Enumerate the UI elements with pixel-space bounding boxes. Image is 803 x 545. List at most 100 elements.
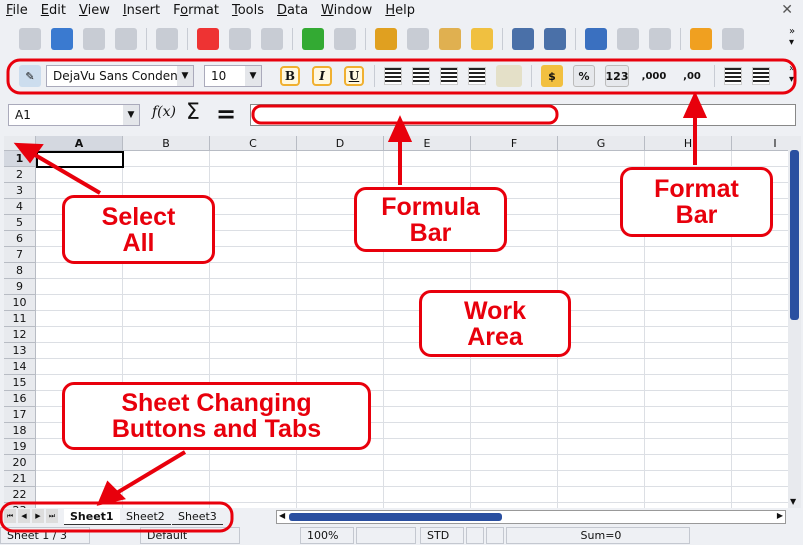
sort-descending-icon[interactable]	[649, 28, 671, 50]
tab-sheet1[interactable]: Sheet1	[64, 509, 120, 525]
undo-icon[interactable]	[512, 28, 534, 50]
number-format-button[interactable]: 123	[605, 65, 629, 87]
clone-format-icon[interactable]	[471, 28, 493, 50]
row-header-4[interactable]: 4	[4, 199, 36, 215]
sort-ascending-icon[interactable]	[617, 28, 639, 50]
bold-button[interactable]: B	[280, 66, 300, 86]
percent-format-button[interactable]: %	[573, 65, 595, 87]
row-header-18[interactable]: 18	[4, 423, 36, 439]
font-size-select[interactable]: 10 ▼	[204, 65, 262, 87]
vertical-scrollbar[interactable]: ▼	[788, 136, 801, 508]
column-header-B[interactable]: B	[123, 136, 210, 151]
export-pdf-icon[interactable]	[197, 28, 219, 50]
open-folder-icon[interactable]	[51, 28, 73, 50]
row-header-1[interactable]: 1	[4, 151, 36, 167]
menu-edit[interactable]: Edit	[41, 3, 66, 18]
align-center-button[interactable]	[412, 67, 430, 85]
add-decimal-button[interactable]: ,000	[639, 65, 669, 87]
column-header-E[interactable]: E	[384, 136, 471, 151]
styles-icon[interactable]: ✎	[19, 65, 41, 87]
column-header-I[interactable]: I	[732, 136, 788, 151]
row-header-11[interactable]: 11	[4, 311, 36, 327]
merge-cells-button[interactable]	[496, 65, 522, 87]
delete-decimal-button[interactable]: ,00	[679, 65, 705, 87]
page-preview-icon[interactable]	[261, 28, 283, 50]
column-header-G[interactable]: G	[558, 136, 645, 151]
row-header-6[interactable]: 6	[4, 231, 36, 247]
tab-sheet2[interactable]: Sheet2	[120, 509, 171, 525]
menu-window[interactable]: Window	[321, 3, 372, 18]
scroll-left-icon[interactable]: ◀	[279, 511, 285, 520]
menu-file[interactable]: File	[6, 3, 28, 18]
new-spreadsheet-icon[interactable]	[19, 28, 41, 50]
row-header-14[interactable]: 14	[4, 359, 36, 375]
menu-view[interactable]: View	[79, 3, 110, 18]
increase-indent-button[interactable]	[752, 67, 770, 85]
first-sheet-icon[interactable]: ⏮	[4, 509, 16, 523]
close-document-icon[interactable]: ✕	[781, 2, 793, 18]
row-header-13[interactable]: 13	[4, 343, 36, 359]
vertical-scroll-thumb[interactable]	[790, 150, 799, 320]
chart-icon[interactable]	[690, 28, 712, 50]
row-header-9[interactable]: 9	[4, 279, 36, 295]
column-header-C[interactable]: C	[210, 136, 297, 151]
menu-format[interactable]: Format	[173, 3, 219, 18]
menu-help[interactable]: Help	[385, 3, 415, 18]
horizontal-scrollbar[interactable]: ◀ ▶	[276, 510, 786, 524]
next-sheet-icon[interactable]: ▶	[32, 509, 44, 523]
scroll-right-icon[interactable]: ▶	[777, 511, 783, 520]
row-header-3[interactable]: 3	[4, 183, 36, 199]
toolbar-overflow-icon[interactable]: » ▾	[789, 26, 795, 48]
save-icon[interactable]	[83, 28, 105, 50]
column-header-H[interactable]: H	[645, 136, 732, 151]
row-header-19[interactable]: 19	[4, 439, 36, 455]
column-header-D[interactable]: D	[297, 136, 384, 151]
draw-functions-icon[interactable]	[722, 28, 744, 50]
row-header-17[interactable]: 17	[4, 407, 36, 423]
row-header-20[interactable]: 20	[4, 455, 36, 471]
row-header-10[interactable]: 10	[4, 295, 36, 311]
autospell-icon[interactable]	[334, 28, 356, 50]
email-icon[interactable]	[115, 28, 137, 50]
redo-icon[interactable]	[544, 28, 566, 50]
zoom-level[interactable]: 100%	[300, 527, 354, 544]
spellcheck-icon[interactable]	[302, 28, 324, 50]
function-equals-icon[interactable]: =	[216, 100, 236, 128]
row-header-7[interactable]: 7	[4, 247, 36, 263]
column-header-F[interactable]: F	[471, 136, 558, 151]
horizontal-scroll-thumb[interactable]	[289, 513, 502, 521]
row-header-16[interactable]: 16	[4, 391, 36, 407]
row-header-23[interactable]: 23	[4, 503, 36, 508]
underline-button[interactable]: U	[344, 66, 364, 86]
row-header-22[interactable]: 22	[4, 487, 36, 503]
copy-icon[interactable]	[407, 28, 429, 50]
navigator-icon[interactable]	[585, 28, 607, 50]
selection-mode[interactable]: STD	[420, 527, 464, 544]
justify-button[interactable]	[468, 67, 486, 85]
align-right-button[interactable]	[440, 67, 458, 85]
row-header-8[interactable]: 8	[4, 263, 36, 279]
font-name-select[interactable]: DejaVu Sans Condensed▼	[46, 65, 194, 87]
prev-sheet-icon[interactable]: ◀	[18, 509, 30, 523]
row-header-15[interactable]: 15	[4, 375, 36, 391]
sum-icon[interactable]: Σ	[186, 100, 200, 125]
scroll-down-icon[interactable]: ▼	[790, 497, 796, 506]
edit-file-icon[interactable]	[156, 28, 178, 50]
italic-button[interactable]: I	[312, 66, 332, 86]
name-box[interactable]: A1 ▼	[8, 104, 140, 126]
menu-insert[interactable]: Insert	[123, 3, 160, 18]
tab-sheet3[interactable]: Sheet3	[172, 509, 223, 525]
cut-icon[interactable]	[375, 28, 397, 50]
select-all-button[interactable]	[4, 136, 36, 151]
currency-format-button[interactable]: $	[541, 65, 563, 87]
decrease-indent-button[interactable]	[724, 67, 742, 85]
row-header-5[interactable]: 5	[4, 215, 36, 231]
row-header-21[interactable]: 21	[4, 471, 36, 487]
formatbar-overflow-icon[interactable]: » ▾	[789, 63, 795, 85]
last-sheet-icon[interactable]: ⏭	[46, 509, 58, 523]
active-cell-A1[interactable]	[36, 151, 124, 168]
formula-input[interactable]	[250, 104, 796, 126]
row-header-2[interactable]: 2	[4, 167, 36, 183]
menu-tools[interactable]: Tools	[232, 3, 264, 18]
paste-icon[interactable]	[439, 28, 461, 50]
